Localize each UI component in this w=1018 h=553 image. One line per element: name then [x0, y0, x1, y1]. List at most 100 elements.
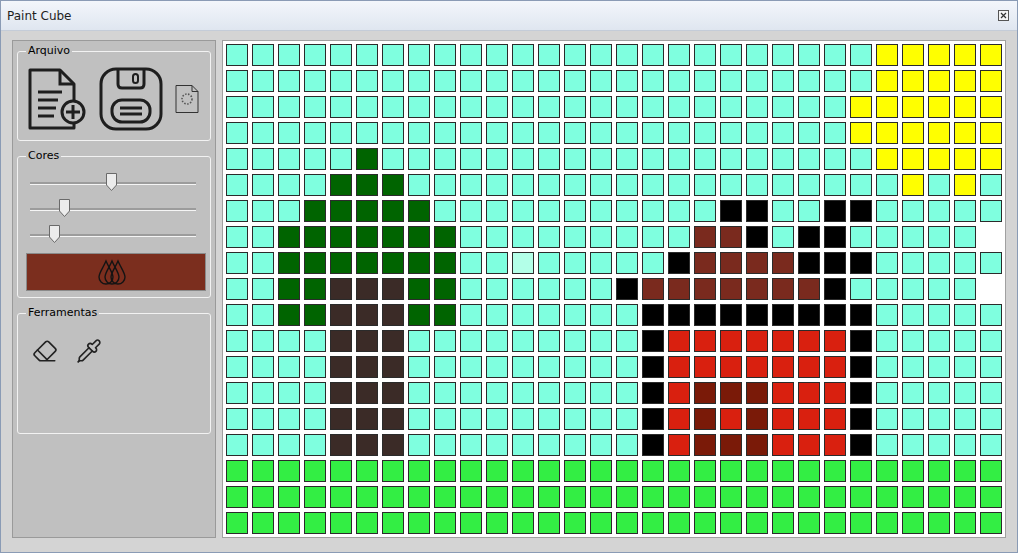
- pixel-cell[interactable]: [980, 174, 1002, 196]
- pixel-cell[interactable]: [798, 148, 820, 170]
- pixel-cell[interactable]: [252, 148, 274, 170]
- pixel-cell[interactable]: [876, 122, 898, 144]
- pixel-cell[interactable]: [330, 226, 352, 248]
- pixel-cell[interactable]: [746, 434, 768, 456]
- pixel-cell[interactable]: [278, 148, 300, 170]
- pixel-cell[interactable]: [850, 330, 872, 352]
- pixel-cell[interactable]: [772, 252, 794, 274]
- pixel-cell[interactable]: [252, 382, 274, 404]
- pixel-cell[interactable]: [304, 96, 326, 118]
- pixel-cell[interactable]: [408, 460, 430, 482]
- pixel-cell[interactable]: [330, 278, 352, 300]
- pixel-cell[interactable]: [902, 252, 924, 274]
- pixel-cell[interactable]: [954, 304, 976, 326]
- pixel-cell[interactable]: [252, 330, 274, 352]
- pixel-cell[interactable]: [226, 148, 248, 170]
- pixel-cell[interactable]: [382, 226, 404, 248]
- pixel-cell[interactable]: [486, 96, 508, 118]
- pixel-cell[interactable]: [928, 356, 950, 378]
- pixel-cell[interactable]: [720, 330, 742, 352]
- pixel-cell[interactable]: [772, 434, 794, 456]
- pixel-cell[interactable]: [798, 356, 820, 378]
- pixel-cell[interactable]: [278, 44, 300, 66]
- pixel-cell[interactable]: [616, 486, 638, 508]
- pixel-cell[interactable]: [278, 486, 300, 508]
- pixel-cell[interactable]: [278, 330, 300, 352]
- pixel-cell[interactable]: [278, 434, 300, 456]
- pixel-cell[interactable]: [304, 226, 326, 248]
- pixel-cell[interactable]: [772, 304, 794, 326]
- pixel-cell[interactable]: [616, 70, 638, 92]
- pixel-cell[interactable]: [512, 278, 534, 300]
- pixel-cell[interactable]: [668, 382, 690, 404]
- pixel-cell[interactable]: [954, 44, 976, 66]
- color-slider[interactable]: [30, 225, 196, 245]
- pixel-cell[interactable]: [824, 44, 846, 66]
- pixel-cell[interactable]: [954, 460, 976, 482]
- pixel-cell[interactable]: [330, 148, 352, 170]
- pixel-cell[interactable]: [408, 252, 430, 274]
- pixel-cell[interactable]: [564, 382, 586, 404]
- pixel-cell[interactable]: [746, 96, 768, 118]
- pixel-cell[interactable]: [642, 200, 664, 222]
- pixel-cell[interactable]: [668, 122, 690, 144]
- pixel-cell[interactable]: [772, 330, 794, 352]
- pixel-canvas[interactable]: [222, 40, 1006, 538]
- pixel-cell[interactable]: [408, 226, 430, 248]
- pixel-cell[interactable]: [798, 96, 820, 118]
- pixel-cell[interactable]: [356, 382, 378, 404]
- pixel-cell[interactable]: [408, 278, 430, 300]
- pixel-cell[interactable]: [694, 200, 716, 222]
- pixel-cell[interactable]: [850, 278, 872, 300]
- pixel-cell[interactable]: [564, 408, 586, 430]
- pixel-cell[interactable]: [668, 460, 690, 482]
- pixel-cell[interactable]: [486, 70, 508, 92]
- pixel-cell[interactable]: [408, 356, 430, 378]
- pixel-cell[interactable]: [902, 200, 924, 222]
- pixel-cell[interactable]: [928, 122, 950, 144]
- pixel-cell[interactable]: [512, 356, 534, 378]
- pixel-cell[interactable]: [798, 486, 820, 508]
- pixel-cell[interactable]: [356, 96, 378, 118]
- pixel-cell[interactable]: [824, 486, 846, 508]
- pixel-cell[interactable]: [460, 278, 482, 300]
- pixel-cell[interactable]: [980, 44, 1002, 66]
- slider-thumb[interactable]: [49, 225, 60, 243]
- pixel-cell[interactable]: [954, 382, 976, 404]
- pixel-cell[interactable]: [512, 382, 534, 404]
- pixel-cell[interactable]: [538, 356, 560, 378]
- pixel-cell[interactable]: [538, 434, 560, 456]
- pixel-cell[interactable]: [850, 122, 872, 144]
- pixel-cell[interactable]: [356, 148, 378, 170]
- pixel-cell[interactable]: [278, 304, 300, 326]
- pixel-cell[interactable]: [434, 226, 456, 248]
- pixel-cell[interactable]: [434, 70, 456, 92]
- pixel-cell[interactable]: [928, 70, 950, 92]
- pixel-cell[interactable]: [538, 200, 560, 222]
- pixel-cell[interactable]: [538, 304, 560, 326]
- pixel-cell[interactable]: [564, 434, 586, 456]
- pixel-cell[interactable]: [304, 408, 326, 430]
- pixel-cell[interactable]: [590, 252, 612, 274]
- pixel-cell[interactable]: [642, 174, 664, 196]
- pixel-cell[interactable]: [720, 226, 742, 248]
- pixel-cell[interactable]: [356, 70, 378, 92]
- pixel-cell[interactable]: [720, 96, 742, 118]
- pixel-cell[interactable]: [564, 330, 586, 352]
- pixel-cell[interactable]: [798, 434, 820, 456]
- pixel-cell[interactable]: [278, 96, 300, 118]
- pixel-cell[interactable]: [278, 408, 300, 430]
- pixel-cell[interactable]: [226, 122, 248, 144]
- pixel-cell[interactable]: [954, 96, 976, 118]
- pixel-cell[interactable]: [330, 122, 352, 144]
- pixel-cell[interactable]: [304, 304, 326, 326]
- pixel-cell[interactable]: [382, 330, 404, 352]
- pixel-cell[interactable]: [538, 70, 560, 92]
- pixel-cell[interactable]: [252, 356, 274, 378]
- pixel-cell[interactable]: [590, 408, 612, 430]
- pixel-cell[interactable]: [564, 122, 586, 144]
- pixel-cell[interactable]: [850, 512, 872, 534]
- pixel-cell[interactable]: [590, 512, 612, 534]
- pixel-cell[interactable]: [746, 122, 768, 144]
- pixel-cell[interactable]: [668, 174, 690, 196]
